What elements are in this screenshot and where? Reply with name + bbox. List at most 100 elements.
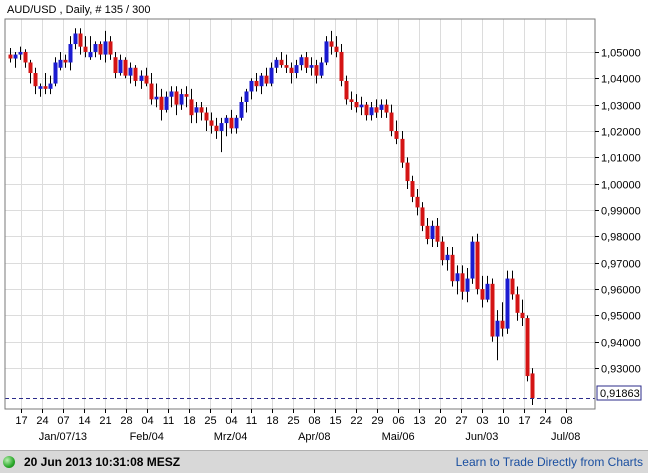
candle-body: [78, 33, 83, 47]
candle-body: [38, 86, 43, 89]
month-label: Mai/06: [382, 431, 415, 443]
candle-body: [194, 107, 199, 113]
candle-body: [68, 44, 73, 63]
month-label: Jun/03: [465, 431, 498, 443]
candle-body: [23, 51, 28, 63]
candle-body: [184, 94, 189, 97]
chart-title: AUD/USD , Daily, # 135 / 300: [7, 4, 150, 16]
candle-body: [88, 51, 93, 58]
candle-body: [274, 59, 279, 68]
time-tick-label: 18: [183, 415, 195, 427]
candle-body: [299, 57, 304, 66]
candle-body: [490, 283, 495, 337]
time-tick-label: 24: [36, 415, 48, 427]
candle-body: [334, 46, 339, 52]
time-tick-label: 17: [15, 415, 27, 427]
candle-body: [53, 62, 58, 84]
candle-body: [169, 91, 174, 97]
candle-body: [359, 104, 364, 108]
candle-body: [113, 57, 118, 74]
time-tick-label: 21: [99, 415, 111, 427]
candle-body: [304, 57, 309, 68]
candle-body: [118, 59, 123, 74]
candle-body: [374, 107, 379, 113]
candle-body: [314, 65, 319, 76]
candle-body: [73, 33, 78, 45]
candle-body: [128, 67, 133, 76]
candle-body: [510, 278, 515, 295]
candle-body: [425, 225, 430, 240]
time-tick-label: 22: [350, 415, 362, 427]
candle-body: [214, 125, 219, 131]
candle-body: [364, 104, 369, 116]
candle-body: [445, 254, 450, 261]
candle-body: [525, 318, 530, 377]
candle-body: [204, 112, 209, 121]
candle-body: [264, 75, 269, 84]
candle-body: [405, 162, 410, 182]
candle-body: [164, 96, 169, 110]
time-tick-label: 27: [455, 415, 467, 427]
price-tick-label: 1,00000: [601, 180, 641, 192]
time-tick-label: 11: [246, 415, 257, 427]
candle-body: [48, 83, 53, 89]
month-label: Jul/08: [551, 431, 580, 443]
candle-body: [33, 73, 38, 87]
candle-body: [13, 54, 18, 59]
candle-body: [269, 67, 274, 84]
candle-body: [520, 312, 525, 319]
candle-body: [154, 96, 159, 100]
candle-body: [159, 96, 164, 110]
price-tick-label: 0,94000: [601, 338, 641, 350]
learn-to-trade-link[interactable]: Learn to Trade Directly from Charts: [456, 455, 643, 469]
candle-body: [239, 102, 244, 118]
candle-body: [389, 112, 394, 131]
candle-body: [144, 75, 149, 84]
candle-body: [500, 320, 505, 329]
time-tick-label: 08: [560, 415, 572, 427]
candle-body: [8, 54, 13, 59]
price-tick-label: 0,93000: [601, 364, 641, 376]
candle-body: [289, 67, 294, 74]
time-tick-label: 06: [392, 415, 404, 427]
status-bar: 20 Jun 2013 10:31:08 MESZ Learn to Trade…: [0, 450, 648, 473]
candle-body: [400, 138, 405, 163]
time-tick-label: 10: [497, 415, 509, 427]
candle-body: [189, 99, 194, 116]
time-tick-label: 20: [434, 415, 446, 427]
candle-body: [259, 75, 264, 87]
current-price-label: 0,91863: [600, 388, 640, 400]
candle-body: [319, 62, 324, 76]
candle-body: [369, 107, 374, 116]
month-label: Apr/08: [298, 431, 330, 443]
candle-body: [485, 283, 490, 300]
time-tick-label: 04: [141, 415, 153, 427]
candle-body: [249, 80, 254, 92]
candle-body: [329, 41, 334, 47]
time-tick-label: 08: [308, 415, 320, 427]
price-tick-label: 1,01000: [601, 153, 641, 165]
candle-body: [224, 117, 229, 124]
price-tick-label: 0,95000: [601, 311, 641, 323]
candle-body: [43, 86, 48, 89]
price-tick-label: 1,04000: [601, 74, 641, 86]
candle-body: [455, 273, 460, 282]
candle-body: [133, 67, 138, 81]
candle-body: [394, 130, 399, 139]
price-tick-label: 1,02000: [601, 127, 641, 139]
time-tick-label: 24: [539, 415, 551, 427]
candle-body: [244, 91, 249, 103]
candle-body: [18, 51, 23, 55]
connection-status-icon: [3, 456, 15, 468]
candle-body: [505, 278, 510, 329]
candle-body: [83, 46, 88, 52]
time-tick-label: 25: [287, 415, 299, 427]
candle-body: [179, 94, 184, 105]
price-chart[interactable]: 0,93000 0,94000 0,95000 0,96000 0,97000 0,980…: [0, 0, 648, 450]
candle-body: [63, 59, 68, 63]
time-tick-label: 13: [413, 415, 425, 427]
price-tick-label: 0,99000: [601, 206, 641, 218]
time-tick-label: 29: [371, 415, 383, 427]
month-label: Jan/07/13: [39, 431, 87, 443]
status-timestamp: 20 Jun 2013 10:31:08 MESZ: [24, 455, 181, 469]
